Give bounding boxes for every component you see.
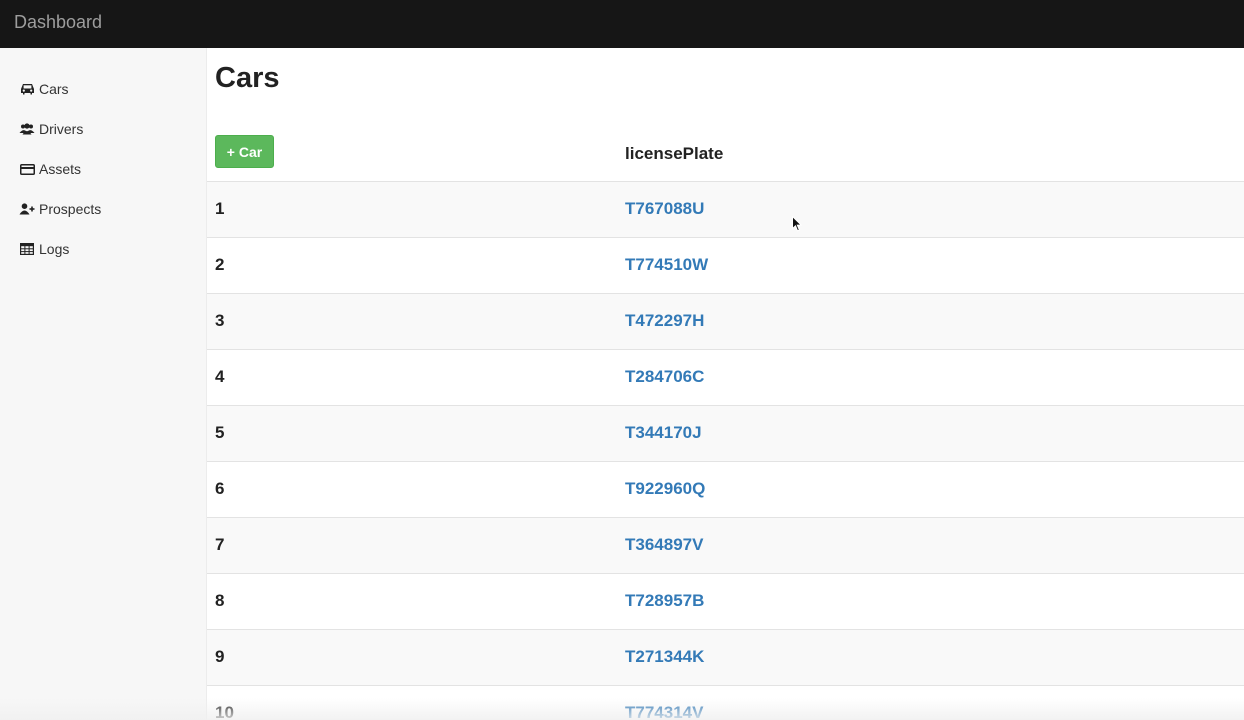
table-row: 10 T774314V <box>207 686 1244 720</box>
license-plate-link[interactable]: T472297H <box>625 311 704 331</box>
row-number: 9 <box>215 647 225 666</box>
row-number: 6 <box>215 479 225 498</box>
sidebar-item-label: Prospects <box>39 201 102 217</box>
sidebar: Cars Drivers Assets Prospects Logs <box>0 48 207 720</box>
page-title: Cars <box>215 62 280 94</box>
license-plate-link[interactable]: T774314V <box>625 703 703 720</box>
table-icon <box>19 242 35 256</box>
table-row: 2 T774510W <box>207 238 1244 294</box>
table-row: 1 T767088U <box>207 182 1244 238</box>
license-plate-link[interactable]: T284706C <box>625 367 704 387</box>
sidebar-item-label: Cars <box>39 81 69 97</box>
row-number: 4 <box>215 367 225 386</box>
license-plate-link[interactable]: T364897V <box>625 535 703 555</box>
sidebar-item-drivers[interactable]: Drivers <box>19 118 83 140</box>
table-row: 6 T922960Q <box>207 462 1244 518</box>
license-plate-link[interactable]: T767088U <box>625 199 704 219</box>
sidebar-item-label: Assets <box>39 161 82 177</box>
top-navbar: Dashboard <box>0 0 1244 48</box>
credit-card-icon <box>19 162 35 176</box>
table-row: 8 T728957B <box>207 574 1244 630</box>
sidebar-item-assets[interactable]: Assets <box>19 158 81 180</box>
row-number: 7 <box>215 535 225 554</box>
row-number: 5 <box>215 423 225 442</box>
row-number: 2 <box>215 255 225 274</box>
sidebar-item-label: Logs <box>39 241 70 257</box>
license-plate-link[interactable]: T922960Q <box>625 479 705 499</box>
add-car-button[interactable]: + Car <box>215 135 274 168</box>
row-number: 10 <box>215 703 234 720</box>
column-header-licenseplate[interactable]: licensePlate <box>625 144 723 164</box>
license-plate-link[interactable]: T344170J <box>625 423 702 443</box>
cars-table-body: 1 T767088U 2 T774510W 3 T472297H 4 T2847… <box>207 182 1244 720</box>
main-content: Cars + Car licensePlate 1 T767088U 2 T77… <box>207 48 1244 720</box>
brand-link[interactable]: Dashboard <box>14 12 102 33</box>
row-number: 8 <box>215 591 225 610</box>
license-plate-link[interactable]: T728957B <box>625 591 704 611</box>
sidebar-item-logs[interactable]: Logs <box>19 238 69 260</box>
sidebar-item-prospects[interactable]: Prospects <box>19 198 101 220</box>
table-row: 5 T344170J <box>207 406 1244 462</box>
sidebar-item-cars[interactable]: Cars <box>19 78 69 100</box>
car-icon <box>19 82 35 96</box>
license-plate-link[interactable]: T774510W <box>625 255 708 275</box>
row-number: 1 <box>215 199 225 218</box>
users-icon <box>19 122 35 136</box>
license-plate-link[interactable]: T271344K <box>625 647 704 667</box>
sidebar-item-label: Drivers <box>39 121 84 137</box>
table-row: 4 T284706C <box>207 350 1244 406</box>
table-row: 9 T271344K <box>207 630 1244 686</box>
row-number: 3 <box>215 311 225 330</box>
table-row: 7 T364897V <box>207 518 1244 574</box>
user-plus-icon <box>19 202 35 216</box>
table-row: 3 T472297H <box>207 294 1244 350</box>
